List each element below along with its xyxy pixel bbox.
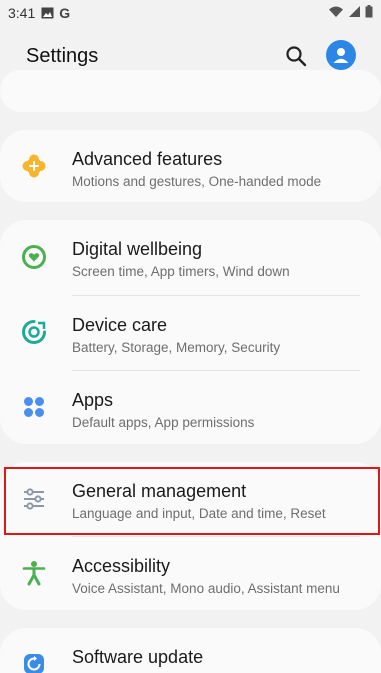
item-subtitle: Battery, Storage, Memory, Security xyxy=(72,340,281,355)
status-time: 3:41 xyxy=(8,5,36,21)
list-item-advanced-features[interactable]: Advanced features Motions and gestures, … xyxy=(0,130,381,202)
item-subtitle: Default apps, App permissions xyxy=(72,415,255,430)
wifi-icon xyxy=(328,5,344,21)
battery-icon xyxy=(365,5,373,21)
page-title: Settings xyxy=(26,44,99,67)
item-label: Device care xyxy=(72,315,168,335)
item-label: Apps xyxy=(72,390,114,410)
status-bar: 3:41 G xyxy=(0,0,381,26)
item-subtitle: Voice Assistant, Mono audio, Assistant m… xyxy=(72,581,340,596)
list-item-device-care[interactable]: Device care Battery, Storage, Memory, Se… xyxy=(0,296,381,370)
item-label: Accessibility xyxy=(72,556,171,576)
device-care-icon xyxy=(20,318,48,346)
item-label: Software update xyxy=(72,647,204,667)
item-label: Digital wellbeing xyxy=(72,239,203,259)
wellbeing-heart-icon xyxy=(20,243,48,271)
accessibility-icon xyxy=(20,559,48,587)
account-icon[interactable] xyxy=(326,40,356,70)
puzzle-plus-icon xyxy=(20,152,48,180)
list-item-digital-wellbeing[interactable]: Digital wellbeing Screen time, App timer… xyxy=(0,220,381,295)
software-update-icon xyxy=(20,650,48,673)
list-item-accessibility[interactable]: Accessibility Voice Assistant, Mono audi… xyxy=(0,537,381,610)
item-subtitle: Screen time, App timers, Wind down xyxy=(72,264,290,279)
signal-icon xyxy=(348,5,361,21)
highlight-box xyxy=(4,467,380,535)
item-subtitle: Motions and gestures, One-handed mode xyxy=(72,174,322,189)
google-g-icon: G xyxy=(59,5,71,21)
search-icon[interactable] xyxy=(284,44,308,68)
list-item-apps[interactable]: Apps Default apps, App permissions xyxy=(0,371,381,444)
list-item-software-update[interactable]: Software update xyxy=(0,628,381,673)
image-icon xyxy=(41,7,54,19)
previous-card xyxy=(0,70,381,112)
apps-grid-icon xyxy=(20,393,48,421)
item-label: Advanced features xyxy=(72,149,223,169)
